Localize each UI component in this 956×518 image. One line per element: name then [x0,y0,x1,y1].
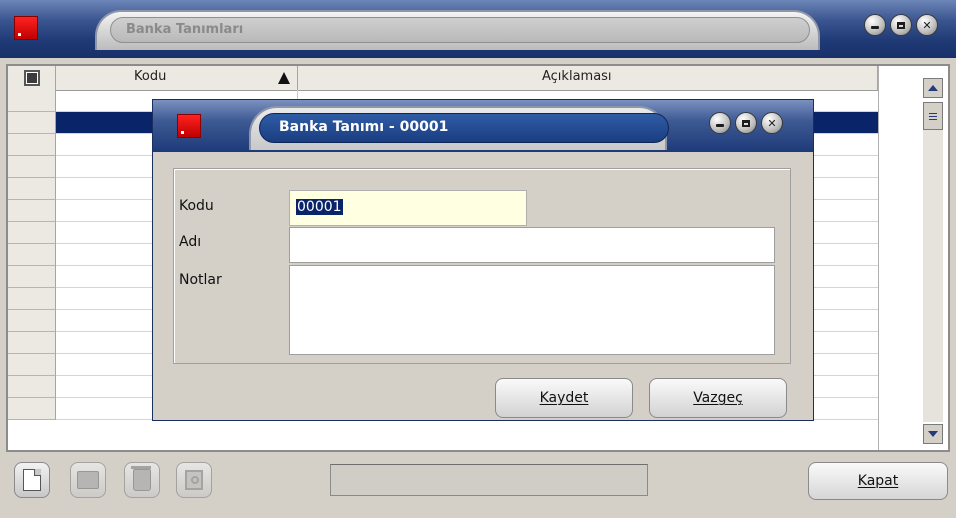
column-label-kodu: Kodu [134,69,167,84]
select-all-checkbox[interactable] [8,66,56,90]
close-button[interactable]: Kapat [808,462,948,500]
row-selector[interactable] [8,288,56,310]
dialog-maximize-icon[interactable] [735,112,757,134]
dialog-titlebar[interactable]: Banka Tanımı - 00001 ✕ [153,100,813,152]
open-record-button[interactable] [70,462,106,498]
status-field [330,464,648,496]
sort-ascending-icon [278,72,290,84]
open-folder-icon [77,471,99,489]
row-selector[interactable] [8,376,56,398]
row-selector[interactable] [8,398,56,420]
copy-icon [185,470,203,490]
minimize-icon[interactable] [864,14,886,36]
delete-record-button[interactable] [124,462,160,498]
row-selector[interactable] [8,222,56,244]
save-button[interactable]: Kaydet [495,378,633,418]
new-document-icon [23,469,41,491]
row-selector[interactable] [8,244,56,266]
row-selector[interactable] [8,134,56,156]
maximize-icon[interactable] [890,14,912,36]
kodu-label: Kodu [179,198,214,214]
dialog-minimize-icon[interactable] [709,112,731,134]
kodu-input[interactable]: 00001 [289,190,527,226]
main-titlebar[interactable]: Banka Tanımları ✕ [0,0,956,58]
row-selector[interactable] [8,90,56,112]
column-label-aciklama: Açıklaması [542,69,612,84]
window-title: Banka Tanımları [126,22,244,37]
cancel-button[interactable]: Vazgeç [649,378,787,418]
notlar-textarea[interactable] [289,265,775,355]
adi-input[interactable] [289,227,775,263]
row-selector[interactable] [8,156,56,178]
new-record-button[interactable] [14,462,50,498]
scroll-track[interactable] [923,130,943,422]
row-selector[interactable] [8,310,56,332]
scroll-down-icon[interactable] [923,424,943,444]
close-button-label: Kapat [857,473,899,489]
scroll-thumb[interactable] [923,102,943,130]
scroll-up-icon[interactable] [923,78,943,98]
notlar-label: Notlar [179,272,222,288]
vertical-scrollbar[interactable] [878,66,948,450]
dialog-title: Banka Tanımı - 00001 [279,119,449,135]
adi-label: Adı [179,234,202,250]
close-icon[interactable]: ✕ [916,14,938,36]
app-icon[interactable] [14,16,38,40]
kodu-value: 00001 [296,199,343,215]
row-selector[interactable] [8,200,56,222]
delete-icon [131,466,151,491]
bottom-toolbar: Kapat [0,452,956,518]
row-selector[interactable] [8,266,56,288]
grid-header: Kodu Açıklaması [8,66,878,91]
dialog-close-icon[interactable]: ✕ [761,112,783,134]
bank-definition-dialog: Banka Tanımı - 00001 ✕ Kodu 00001 Adı No… [152,99,814,421]
copy-record-button[interactable] [176,462,212,498]
save-button-label: Kaydet [539,390,589,406]
column-header-aciklama[interactable]: Açıklaması [298,66,878,90]
row-selector[interactable] [8,112,56,134]
row-selector[interactable] [8,354,56,376]
dialog-app-icon[interactable] [177,114,201,138]
cancel-button-label: Vazgeç [693,390,743,406]
row-selector[interactable] [8,178,56,200]
column-header-kodu[interactable]: Kodu [56,66,298,90]
row-selector[interactable] [8,332,56,354]
